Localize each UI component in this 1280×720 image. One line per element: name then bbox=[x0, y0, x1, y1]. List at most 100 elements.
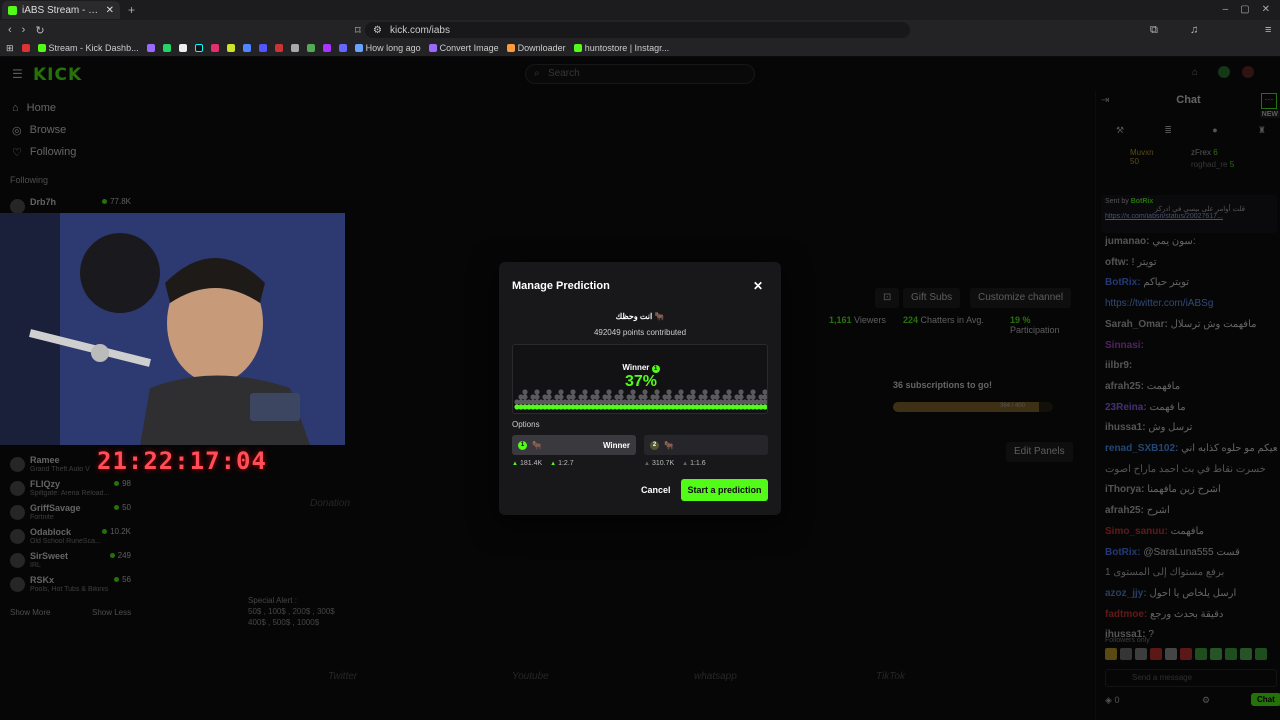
menu-icon[interactable]: ≡ bbox=[1265, 24, 1271, 36]
chat-username[interactable]: oftw: bbox=[1105, 257, 1129, 268]
chat-username[interactable]: fadtmoe: bbox=[1105, 609, 1147, 620]
chat-username[interactable]: afrah25: bbox=[1105, 381, 1144, 392]
bookmark-icon[interactable] bbox=[338, 44, 347, 52]
media-icon[interactable]: ♫ bbox=[1190, 24, 1198, 36]
bookmark-icon[interactable] bbox=[242, 44, 251, 52]
profile-avatar[interactable] bbox=[1242, 66, 1254, 78]
emote-icon[interactable] bbox=[1225, 648, 1237, 660]
nav-following[interactable]: ♡ Following bbox=[0, 141, 140, 163]
extensions-icon[interactable]: ⧉ bbox=[1150, 24, 1158, 37]
bubble-icon[interactable]: ● bbox=[1212, 125, 1217, 136]
emote-icon[interactable] bbox=[1180, 648, 1192, 660]
close-tab-icon[interactable]: ✕ bbox=[106, 5, 114, 16]
start-prediction-button[interactable]: Start a prediction bbox=[681, 479, 768, 501]
chat-username[interactable]: Simo_sanuu: bbox=[1105, 526, 1168, 537]
chat-username[interactable]: 23Reina: bbox=[1105, 402, 1147, 413]
clip-button[interactable]: ⊡ bbox=[875, 288, 900, 308]
chat-username[interactable]: afrah25: bbox=[1105, 505, 1144, 516]
chat-username[interactable]: iThorya: bbox=[1105, 484, 1144, 495]
chat-username[interactable]: iilbr9: bbox=[1105, 360, 1132, 371]
mod-tools-icon[interactable]: ⚒ bbox=[1116, 125, 1124, 136]
chat-username[interactable]: renad_SXB102: bbox=[1105, 443, 1178, 454]
bookmark-icon[interactable] bbox=[274, 44, 283, 52]
new-tab-button[interactable]: + bbox=[128, 3, 135, 17]
browser-tab[interactable]: iABS Stream - Watch Live on Kick ✕ bbox=[2, 1, 120, 19]
emote-icon[interactable] bbox=[1255, 648, 1267, 660]
show-more-link[interactable]: Show More bbox=[10, 608, 50, 617]
twitch-bookmark-icon[interactable] bbox=[146, 44, 155, 52]
minimize-icon[interactable]: – bbox=[1223, 4, 1229, 15]
donation-panel[interactable]: Donation bbox=[310, 498, 350, 509]
back-icon[interactable]: ‹ bbox=[8, 24, 12, 36]
bookmark-item[interactable]: Downloader bbox=[506, 43, 566, 53]
emote-icon[interactable] bbox=[1165, 648, 1177, 660]
following-item-odablock[interactable]: Odablock Old School RuneSca... 10.2K bbox=[10, 527, 135, 549]
emote-icon[interactable] bbox=[1120, 648, 1132, 660]
following-item-griffsavage[interactable]: GriffSavage Fortnite 50 bbox=[10, 503, 135, 525]
edit-panels-button[interactable]: Edit Panels bbox=[1006, 442, 1073, 462]
whatsapp-panel[interactable]: whatsapp bbox=[694, 671, 737, 682]
bookmark-icon[interactable] bbox=[258, 44, 267, 52]
chat-username[interactable]: azoz_jjy: bbox=[1105, 588, 1147, 599]
site-info-icon[interactable]: ⚙ bbox=[373, 25, 382, 36]
kick-logo[interactable]: KICK bbox=[33, 65, 82, 85]
list-icon[interactable]: ≣ bbox=[1164, 125, 1172, 136]
whatsapp-bookmark-icon[interactable] bbox=[162, 44, 171, 52]
trophy-icon[interactable]: ♜ bbox=[1258, 125, 1266, 136]
following-item-rskx[interactable]: RSKx Pools, Hot Tubs & Bikinis 56 bbox=[10, 575, 135, 597]
chat-username[interactable]: ihussa1: bbox=[1105, 422, 1146, 433]
apps-icon[interactable]: ⊞ bbox=[6, 43, 14, 54]
customize-channel-button[interactable]: Customize channel bbox=[970, 288, 1072, 308]
tiktok-bookmark-icon[interactable] bbox=[194, 44, 203, 52]
instagram-bookmark-icon[interactable] bbox=[210, 44, 219, 52]
chat-username[interactable]: Sinnasi: bbox=[1105, 340, 1144, 351]
emote-icon[interactable] bbox=[1135, 648, 1147, 660]
emote-icon[interactable] bbox=[1105, 648, 1117, 660]
bookmark-item[interactable]: Stream - Kick Dashb... bbox=[37, 43, 139, 53]
twitter-panel[interactable]: Twitter bbox=[328, 671, 357, 682]
bookmark-icon[interactable]: ⌑ bbox=[355, 24, 361, 37]
nav-browse[interactable]: ◎ Browse bbox=[0, 119, 140, 141]
emote-icon[interactable] bbox=[1150, 648, 1162, 660]
close-icon[interactable]: ✕ bbox=[753, 279, 763, 293]
option-1[interactable]: 1 🐂 Winner bbox=[512, 435, 636, 455]
option-2[interactable]: 2 🐂 bbox=[644, 435, 768, 455]
chat-settings-icon[interactable]: ⚙ bbox=[1202, 695, 1210, 706]
emote-icon[interactable] bbox=[1240, 648, 1252, 660]
chat-username[interactable]: Sarah_Omar: bbox=[1105, 319, 1168, 330]
emote-icon[interactable] bbox=[1210, 648, 1222, 660]
bookmark-item[interactable]: Convert Image bbox=[428, 43, 499, 53]
chat-message-input[interactable]: Send a message bbox=[1105, 669, 1277, 687]
close-window-icon[interactable]: ✕ bbox=[1262, 4, 1270, 15]
bookmark-icon[interactable] bbox=[322, 44, 331, 52]
search-input[interactable]: ⌕ Search bbox=[525, 64, 755, 84]
x-bookmark-icon[interactable] bbox=[178, 44, 187, 52]
chat-username[interactable]: BotRix: bbox=[1105, 277, 1141, 288]
pinned-message[interactable]: Sent by BotRix قلت أوامر على بيسي في ادر… bbox=[1101, 195, 1277, 233]
creator-icon[interactable]: ⌂ bbox=[1192, 67, 1198, 78]
bookmark-icon[interactable] bbox=[226, 44, 235, 52]
notification-icon[interactable] bbox=[1218, 66, 1230, 78]
nav-home[interactable]: ⌂ Home bbox=[0, 97, 140, 119]
youtube-bookmark-icon[interactable] bbox=[21, 44, 30, 52]
github-bookmark-icon[interactable] bbox=[290, 44, 299, 52]
reload-icon[interactable]: ↻ bbox=[35, 24, 44, 37]
chat-username[interactable]: BotRix: bbox=[1105, 547, 1141, 558]
chat-username[interactable]: jumanao: bbox=[1105, 236, 1149, 247]
tiktok-panel[interactable]: TikTok bbox=[876, 671, 905, 682]
following-item-sirsweet[interactable]: SirSweet IRL 249 bbox=[10, 551, 135, 573]
show-less-link[interactable]: Show Less bbox=[92, 608, 131, 617]
forward-icon[interactable]: › bbox=[22, 24, 26, 36]
bookmark-icon[interactable] bbox=[306, 44, 315, 52]
chat-options-icon[interactable]: ⋯ bbox=[1261, 93, 1277, 109]
youtube-panel[interactable]: Youtube bbox=[512, 671, 549, 682]
hamburger-menu-icon[interactable]: ☰ bbox=[12, 67, 23, 81]
emote-icon[interactable] bbox=[1195, 648, 1207, 660]
send-chat-button[interactable]: Chat bbox=[1251, 693, 1280, 706]
bookmark-item[interactable]: huntostore | Instagr... bbox=[573, 43, 669, 53]
bookmark-item[interactable]: How long ago bbox=[354, 43, 421, 53]
address-bar[interactable]: ⚙ kick.com/iabs bbox=[365, 22, 910, 38]
gift-subs-button[interactable]: Gift Subs bbox=[903, 288, 961, 308]
pinned-link[interactable]: https://x.com/iabsn/status/20027617... bbox=[1105, 213, 1273, 220]
following-item-fliqzy[interactable]: FLIQzy Spiltgate: Arena Reload... 98 bbox=[10, 479, 135, 501]
